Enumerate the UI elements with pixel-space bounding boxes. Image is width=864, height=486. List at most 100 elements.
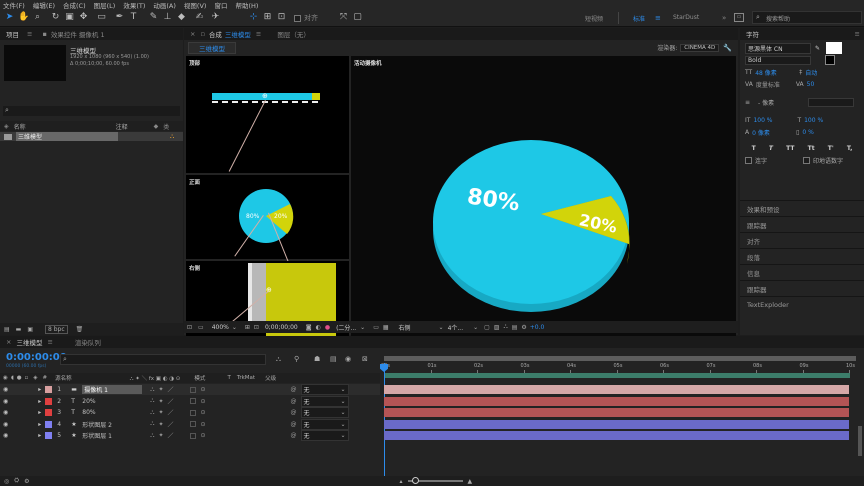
eye-icon[interactable]: ◉ xyxy=(3,409,8,416)
expand-arrow-icon[interactable]: ▸ xyxy=(38,386,41,393)
chevron-down-icon[interactable]: ⌄ xyxy=(360,324,365,331)
shy-switch-icon[interactable]: ⛬ xyxy=(150,409,154,417)
expand-arrow-icon[interactable]: ▸ xyxy=(38,432,41,439)
time-ruler[interactable]: 00s01s02s03s04s05s06s07s08s09s10s xyxy=(381,363,856,373)
3d-layer-icon[interactable]: ⊙ xyxy=(201,386,206,393)
snap-icon[interactable]: ⤧ xyxy=(338,12,349,23)
t-header[interactable]: T xyxy=(227,375,230,381)
tracking-value[interactable]: 50 xyxy=(807,81,815,88)
toggle-pixel-icon[interactable]: ▢ xyxy=(484,324,490,331)
reset-exposure-icon[interactable]: ⚙ xyxy=(521,324,526,331)
type-column-header[interactable]: 类 xyxy=(163,122,169,131)
quality-switch-icon[interactable]: ／ xyxy=(168,408,174,417)
layer-duration-bar[interactable] xyxy=(384,385,849,394)
shy-icon[interactable]: ☗ xyxy=(314,355,320,363)
interpret-footage-icon[interactable]: ▤ xyxy=(4,326,10,333)
timeline-scrollbar[interactable] xyxy=(858,426,862,456)
eye-icon[interactable]: ◉ xyxy=(3,432,8,439)
camera-tool-icon[interactable]: ▣ xyxy=(64,12,75,23)
menu-item-1[interactable]: 编辑(E) xyxy=(33,0,55,10)
menu-item-8[interactable]: 帮助(H) xyxy=(235,0,258,10)
table-row[interactable]: ◉ ▸ 2 T 20% ⛬ ✦ ／ ⊙ @ 无 ⌄ xyxy=(0,395,380,407)
stroke-color-swatch[interactable] xyxy=(825,55,835,65)
region-of-interest-icon[interactable]: ▭ xyxy=(373,324,379,331)
axis-view-icon[interactable]: ⊡ xyxy=(276,12,287,23)
label-color-swatch[interactable] xyxy=(45,397,53,405)
hand-tool-icon[interactable]: ✋ xyxy=(18,12,29,23)
layer-duration-bar[interactable] xyxy=(384,396,849,406)
new-comp-icon[interactable]: ▣ xyxy=(27,326,33,333)
pickwhip-icon[interactable]: @ xyxy=(291,421,297,428)
clone-tool-icon[interactable]: ⊥ xyxy=(162,12,173,23)
pan-behind-tool-icon[interactable]: ✥ xyxy=(78,12,89,23)
graph-editor-icon[interactable]: ⊠ xyxy=(362,355,368,363)
wrench-icon[interactable]: 🔧 xyxy=(723,44,732,52)
motion-blur-icon[interactable]: ◉ xyxy=(345,355,351,363)
close-icon[interactable]: × xyxy=(190,30,195,38)
3d-layer-icon[interactable]: ⊙ xyxy=(201,421,206,428)
expand-switches-icon[interactable]: ⛭ xyxy=(14,477,19,485)
chevron-down-icon[interactable]: ⌄ xyxy=(232,324,237,331)
character-tab[interactable]: 字符 xyxy=(746,29,759,39)
baseline-value[interactable]: 0 像素 xyxy=(752,128,796,137)
layer-duration-bar[interactable] xyxy=(384,408,849,417)
viewer-active-camera[interactable]: 活动摄像机 80% 20% xyxy=(351,56,736,347)
vertical-scale-value[interactable]: 100 % xyxy=(753,117,797,124)
tsume-value[interactable]: 0 % xyxy=(802,129,813,136)
table-row[interactable]: ◉ ▸ 4 ★ 形状图层 2 ⛬ ✦ ／ ⊙ @ 无 ⌄ xyxy=(0,418,380,430)
all-caps-button[interactable]: TT xyxy=(786,145,794,152)
axis-local-icon[interactable]: ⊹ xyxy=(248,12,259,23)
fill-color-swatch[interactable] xyxy=(826,42,843,54)
shy-switch-icon[interactable]: ⛬ xyxy=(150,420,154,428)
display-icon[interactable]: ▭ xyxy=(198,324,204,331)
panel-tracker-2[interactable]: 跟踪器 xyxy=(740,280,864,296)
new-folder-icon[interactable]: ▬ xyxy=(16,326,22,333)
timeline-timecode[interactable]: 0:00:00:00 xyxy=(6,352,67,363)
mode-header[interactable]: 模式 xyxy=(194,374,205,382)
table-row[interactable]: ◉ ▸ 5 ★ 形状图层 1 ⛬ ✦ ／ ⊙ @ 无 ⌄ xyxy=(0,430,380,441)
table-row[interactable]: ◉ ▸ 1 ▬ 摄像机 1 ⛬ ✦ ／ ⊙ @ 无 ⌄ xyxy=(0,384,380,395)
render-time-icon[interactable]: ◎ xyxy=(4,478,9,485)
font-size-value[interactable]: 48 像素 xyxy=(755,68,799,77)
flowchart-icon[interactable]: ⛬ xyxy=(504,323,508,331)
eraser-tool-icon[interactable]: ◆ xyxy=(176,12,187,23)
view-select[interactable]: 右侧 xyxy=(399,323,411,332)
panel-effects-presets[interactable]: 效果和预设 xyxy=(740,200,864,216)
layer-name[interactable]: 形状图层 2 xyxy=(82,420,142,429)
chevron-down-icon[interactable]: ⌄ xyxy=(473,324,478,331)
collapse-switch-icon[interactable]: ✦ xyxy=(158,398,163,405)
zoom-out-icon[interactable]: ▴ xyxy=(399,478,402,485)
pickwhip-icon[interactable]: @ xyxy=(291,409,297,416)
workspace-shortvideo[interactable]: 短视频 xyxy=(585,14,603,23)
menu-item-7[interactable]: 窗口 xyxy=(214,0,227,10)
snap-options-icon[interactable]: ▢ xyxy=(352,12,363,23)
label-column-icon[interactable]: ◈ xyxy=(4,123,9,130)
draft-3d-icon[interactable]: ⚲ xyxy=(294,355,299,363)
comp-tab-label[interactable]: 合成 xyxy=(209,29,222,39)
faux-italic-button[interactable]: T xyxy=(769,145,773,152)
font-family-select[interactable]: 思源黑体 CN xyxy=(745,42,811,54)
sync-icon[interactable]: ▭ xyxy=(734,13,744,22)
menu-item-2[interactable]: 合成(C) xyxy=(63,0,86,10)
source-name-header[interactable]: 源名称 xyxy=(55,374,72,382)
3d-layer-icon[interactable]: ⊙ xyxy=(201,432,206,439)
eye-icon[interactable]: ◉ xyxy=(3,421,8,428)
bpc-button[interactable]: 8 bpc xyxy=(45,324,68,334)
menu-item-3[interactable]: 图层(L) xyxy=(94,0,116,10)
renderer-select[interactable]: CINEMA 4D xyxy=(680,43,720,52)
label-color-swatch[interactable] xyxy=(45,386,53,393)
view-layout-select[interactable]: 4个... xyxy=(448,323,464,332)
project-search-input[interactable]: ⌕ xyxy=(3,106,180,116)
safe-margins-icon[interactable]: ⊞ xyxy=(245,324,250,331)
tag-column-icon[interactable]: ◆ xyxy=(154,123,159,130)
fast-preview-icon[interactable]: ▨ xyxy=(494,324,500,331)
parent-header[interactable]: 父级 xyxy=(265,374,276,382)
pickwhip-icon[interactable]: @ xyxy=(291,398,297,405)
comp-tab-name[interactable]: 三维模型 xyxy=(225,29,251,39)
small-caps-button[interactable]: Tt xyxy=(808,145,815,152)
leading-value[interactable]: 自动 xyxy=(805,68,817,77)
quality-switch-icon[interactable]: ／ xyxy=(168,385,174,394)
menu-item-5[interactable]: 动画(A) xyxy=(153,0,176,10)
workspace-stardust[interactable]: StarDust xyxy=(673,14,699,21)
layer-name[interactable]: 摄像机 1 xyxy=(82,385,143,394)
